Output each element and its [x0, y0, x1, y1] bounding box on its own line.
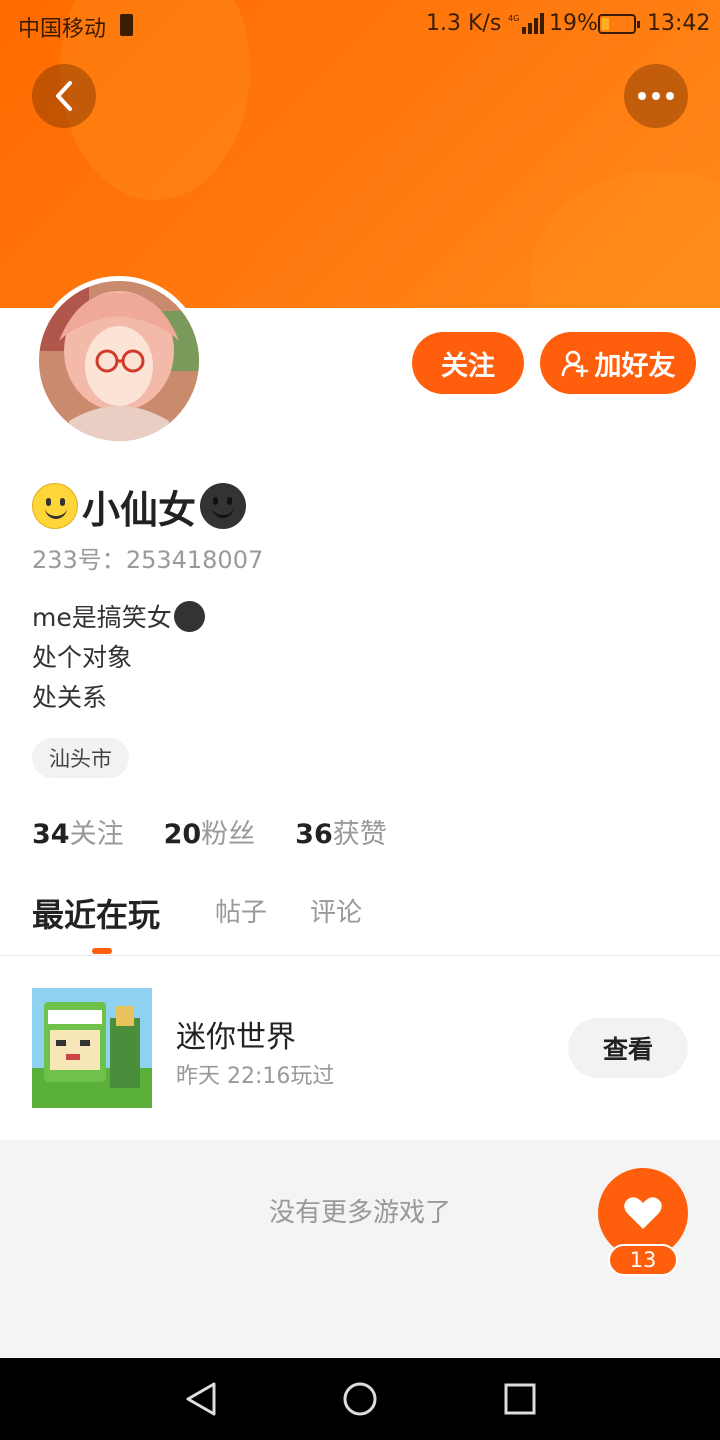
header-decoration: [530, 170, 720, 308]
add-user-icon: [561, 350, 588, 377]
user-id: 233号：253418007: [32, 540, 263, 575]
system-nav-bar: [0, 1358, 720, 1440]
signal-icon: 4G: [508, 13, 544, 34]
tab-recently-played[interactable]: 最近在玩: [32, 890, 160, 936]
game-icon: [32, 988, 152, 1108]
more-options-button[interactable]: [624, 64, 688, 128]
view-label: 查看: [602, 1035, 653, 1064]
list-footer: 没有更多游戏了 13: [0, 1140, 720, 1358]
bio-line: 处关系: [32, 683, 108, 712]
network-speed: 1.3 K/s: [426, 11, 502, 36]
avatar[interactable]: [34, 276, 204, 446]
bio-line: me是搞笑女: [32, 603, 172, 632]
back-button[interactable]: [32, 64, 96, 128]
status-bar: 中国移动 1.3 K/s 4G 19% 13:42: [0, 0, 720, 48]
profile-tabs: 最近在玩 帖子 评论: [0, 880, 720, 956]
sim-alert-icon: [120, 14, 133, 36]
nav-back-button[interactable]: [180, 1378, 222, 1420]
triangle-back-icon: [186, 1382, 216, 1416]
chevron-left-icon: [56, 81, 72, 111]
bio-line: 处个对象: [32, 643, 133, 672]
bio: me是搞笑女 处个对象 处关系: [32, 598, 205, 718]
view-button[interactable]: 查看: [568, 1018, 688, 1078]
stat-likes[interactable]: 36获赞: [295, 812, 387, 851]
game-name: 迷你世界: [176, 1020, 296, 1055]
user-id-value: 253418007: [125, 546, 264, 574]
square-recents-icon: [504, 1383, 536, 1415]
profile-header-banner: 中国移动 1.3 K/s 4G 19% 13:42: [0, 0, 720, 308]
add-friend-label: 加好友: [594, 350, 676, 382]
nav-home-button[interactable]: [339, 1378, 381, 1420]
list-item[interactable]: 迷你世界 昨天 22:16玩过 查看: [0, 956, 720, 1140]
dark-smile-emoji-icon: [200, 483, 247, 529]
username-text: 小仙女: [82, 487, 197, 532]
nav-recents-button[interactable]: [499, 1378, 541, 1420]
add-friend-button[interactable]: 加好友: [540, 332, 696, 394]
like-count-badge: 13: [608, 1244, 678, 1276]
tab-indicator: [92, 948, 112, 954]
tab-comments[interactable]: 评论: [310, 892, 362, 929]
circle-home-icon: [343, 1382, 377, 1416]
follow-label: 关注: [441, 350, 495, 382]
stat-following[interactable]: 34关注: [32, 812, 124, 851]
anime-avatar-image: [39, 281, 199, 441]
game-last-played: 昨天 22:16玩过: [176, 1064, 335, 1089]
clock: 13:42: [647, 11, 711, 36]
tab-posts[interactable]: 帖子: [215, 892, 267, 929]
more-horizontal-icon: [638, 92, 674, 100]
stat-followers[interactable]: 20粉丝: [164, 812, 256, 851]
svg-text:4G: 4G: [508, 14, 519, 23]
battery-icon: [598, 14, 640, 34]
username: 小仙女: [32, 480, 247, 532]
smile-emoji-icon: [32, 483, 78, 529]
carrier-name: 中国移动: [18, 17, 107, 42]
stats-row: 34关注 20粉丝 36获赞: [32, 812, 427, 851]
user-id-label: 233号：: [32, 546, 126, 574]
location-text: 汕头市: [49, 747, 112, 771]
battery-percent: 19%: [549, 11, 598, 36]
heart-icon: [624, 1197, 662, 1229]
dark-smile-emoji-icon: [173, 601, 205, 632]
location-tag: 汕头市: [32, 738, 129, 778]
follow-button[interactable]: 关注: [412, 332, 524, 394]
